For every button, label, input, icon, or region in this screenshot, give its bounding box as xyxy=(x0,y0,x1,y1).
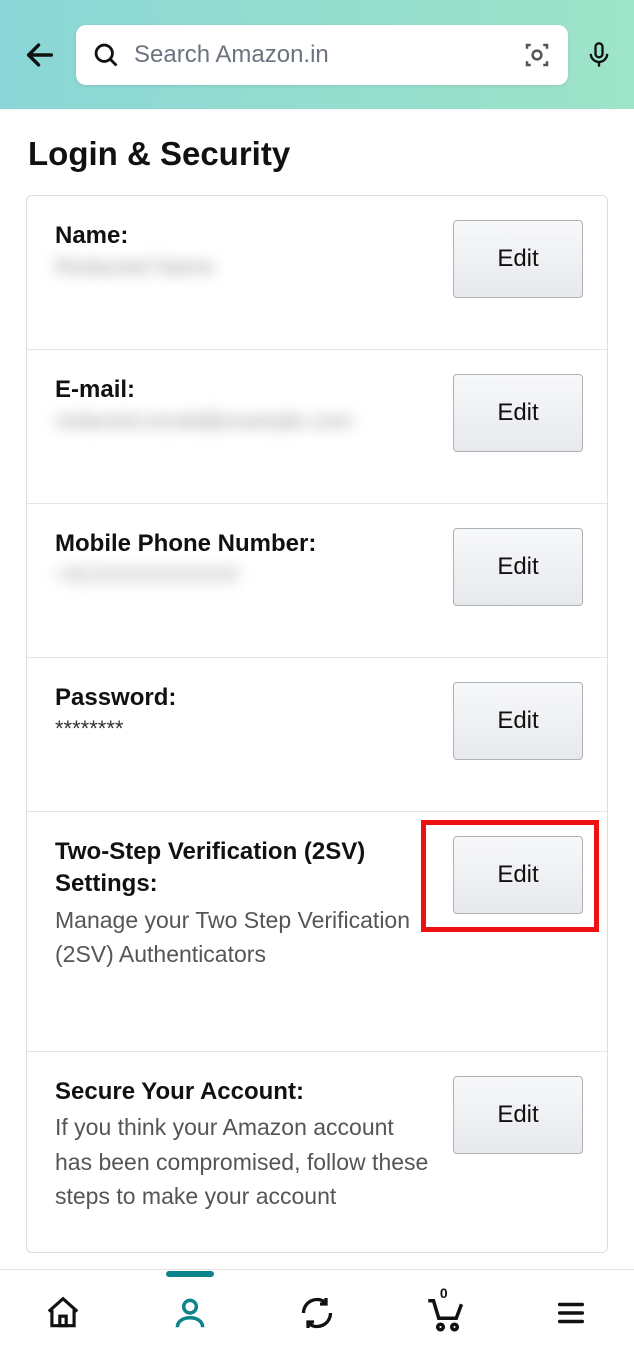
nav-home[interactable] xyxy=(35,1285,91,1341)
search-bar[interactable] xyxy=(76,25,568,85)
setting-description: If you think your Amazon account has bee… xyxy=(55,1110,437,1214)
page-title: Login & Security xyxy=(0,109,634,195)
edit-email-button[interactable]: Edit xyxy=(453,374,583,452)
setting-label: Secure Your Account: xyxy=(55,1076,437,1108)
cart-count-badge: 0 xyxy=(440,1285,448,1301)
setting-row-2sv: Two-Step Verification (2SV) Settings: Ma… xyxy=(27,812,607,1052)
setting-row-phone: Mobile Phone Number: +91XXXXXXXXXX Edit xyxy=(27,504,607,658)
back-button[interactable] xyxy=(18,33,62,77)
setting-label: E-mail: xyxy=(55,374,437,406)
edit-2sv-button[interactable]: Edit xyxy=(453,836,583,914)
settings-list: Name: Redacted Name Edit E-mail: redacte… xyxy=(26,195,608,1253)
setting-label: Mobile Phone Number: xyxy=(55,528,437,560)
setting-label: Two-Step Verification (2SV) Settings: xyxy=(55,836,437,901)
setting-row-secure-account: Secure Your Account: If you think your A… xyxy=(27,1052,607,1252)
search-icon xyxy=(92,41,120,69)
setting-row-email: E-mail: redacted.email@example.com Edit xyxy=(27,350,607,504)
setting-row-name: Name: Redacted Name Edit xyxy=(27,196,607,350)
setting-label: Name: xyxy=(55,220,437,252)
setting-value: ******** xyxy=(55,716,437,742)
home-icon xyxy=(44,1294,82,1332)
voice-search-button[interactable] xyxy=(582,33,616,77)
nav-account[interactable] xyxy=(162,1285,218,1341)
microphone-icon xyxy=(585,38,613,72)
nav-cart[interactable]: 0 xyxy=(416,1285,472,1341)
refresh-icon xyxy=(299,1295,335,1331)
nav-active-indicator xyxy=(166,1271,214,1277)
setting-row-password: Password: ******** Edit xyxy=(27,658,607,812)
edit-phone-button[interactable]: Edit xyxy=(453,528,583,606)
hamburger-icon xyxy=(554,1296,588,1330)
user-icon xyxy=(171,1294,209,1332)
setting-value: +91XXXXXXXXXX xyxy=(55,562,437,588)
edit-name-button[interactable]: Edit xyxy=(453,220,583,298)
edit-password-button[interactable]: Edit xyxy=(453,682,583,760)
arrow-left-icon xyxy=(23,38,57,72)
setting-value: redacted.email@example.com xyxy=(55,408,437,434)
camera-scan-icon[interactable] xyxy=(522,40,552,70)
setting-value: Redacted Name xyxy=(55,254,437,280)
setting-description: Manage your Two Step Verification (2SV) … xyxy=(55,903,437,972)
nav-refresh[interactable] xyxy=(289,1285,345,1341)
nav-menu[interactable] xyxy=(543,1285,599,1341)
edit-secure-account-button[interactable]: Edit xyxy=(453,1076,583,1154)
app-header xyxy=(0,0,634,109)
setting-label: Password: xyxy=(55,682,437,714)
search-input[interactable] xyxy=(134,41,508,69)
bottom-nav: 0 xyxy=(0,1269,634,1355)
